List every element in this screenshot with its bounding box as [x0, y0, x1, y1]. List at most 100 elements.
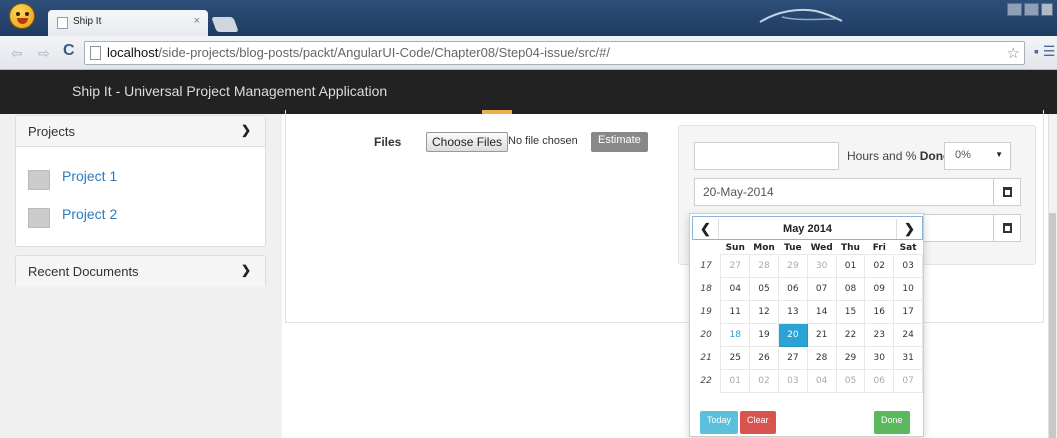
reload-icon[interactable]: C: [63, 42, 75, 60]
prev-month-button[interactable]: ❮: [693, 219, 719, 239]
day-cell[interactable]: 13: [777, 299, 808, 324]
today-button[interactable]: Today: [700, 411, 739, 434]
start-date-calendar-button[interactable]: [993, 178, 1021, 206]
week-row: 22 01 02 03 04 05 06 07: [692, 368, 923, 393]
url-text[interactable]: localhost/side-projects/blog-posts/packt…: [107, 45, 610, 60]
day-cell[interactable]: 17: [893, 299, 923, 324]
day-cell[interactable]: 08: [835, 276, 866, 301]
minimize-icon[interactable]: [1007, 3, 1022, 16]
bookmark-star-icon[interactable]: ☆: [1007, 44, 1020, 62]
day-cell[interactable]: 11: [720, 299, 751, 324]
day-cell[interactable]: 12: [749, 299, 779, 324]
day-cell[interactable]: 29: [777, 253, 808, 278]
chrome-avatar-icon: [9, 3, 35, 29]
day-cell[interactable]: 04: [806, 368, 837, 393]
start-date-input[interactable]: 20-May-2014: [694, 178, 994, 206]
month-title-button[interactable]: May 2014: [719, 219, 896, 239]
caret-down-icon: ▼: [995, 150, 1003, 159]
maximize-icon[interactable]: [1024, 3, 1039, 16]
weekday-label: Tue: [784, 243, 802, 254]
day-cell[interactable]: 04: [720, 276, 751, 301]
day-cell[interactable]: 24: [893, 322, 923, 347]
projects-heading: Projects: [28, 124, 75, 139]
day-cell[interactable]: 05: [835, 368, 866, 393]
next-month-button[interactable]: ❯: [896, 219, 922, 239]
app-navbar: Ship It - Universal Project Management A…: [0, 70, 1057, 114]
datepicker-popup: ❮ May 2014 ❯ Sun Mon Tue Wed Thu Fri Sat 17 27 2…: [689, 213, 924, 437]
week-number: 20: [700, 329, 712, 340]
project-link[interactable]: Project 1: [62, 168, 117, 184]
close-window-icon[interactable]: [1041, 3, 1053, 16]
chrome-menu-icon[interactable]: ▪ ☰: [1034, 43, 1055, 60]
day-cell[interactable]: 18: [720, 322, 751, 347]
project-link[interactable]: Project 2: [62, 206, 117, 222]
day-cell[interactable]: 31: [893, 345, 923, 370]
weekday-label: Sat: [899, 243, 917, 254]
day-cell[interactable]: 01: [720, 368, 751, 393]
clear-button[interactable]: Clear: [740, 411, 776, 434]
done-percent-select[interactable]: 0% ▼: [944, 142, 1011, 170]
day-cell[interactable]: 09: [864, 276, 895, 301]
day-cell[interactable]: 16: [864, 299, 895, 324]
forward-icon[interactable]: ⇨: [38, 45, 50, 62]
priority-indicator: [482, 110, 512, 114]
hours-input[interactable]: [694, 142, 839, 170]
day-cell[interactable]: 28: [806, 345, 837, 370]
day-cell[interactable]: 15: [835, 299, 866, 324]
day-cell[interactable]: 27: [720, 253, 751, 278]
day-cell[interactable]: 14: [806, 299, 837, 324]
day-cell[interactable]: 07: [893, 368, 923, 393]
day-cell[interactable]: 20: [777, 322, 808, 347]
day-cell[interactable]: 30: [806, 253, 837, 278]
chevron-down-icon[interactable]: ❯: [241, 123, 251, 137]
new-tab-button[interactable]: [211, 17, 239, 32]
day-cell[interactable]: 06: [777, 276, 808, 301]
day-cell[interactable]: 22: [835, 322, 866, 347]
weekday-label: Mon: [753, 243, 775, 254]
address-bar[interactable]: localhost/side-projects/blog-posts/packt…: [84, 41, 1025, 65]
projects-panel: Projects ❯ Project 1 Project 2: [15, 115, 266, 247]
browser-tab[interactable]: Ship It ×: [48, 10, 208, 37]
day-cell[interactable]: 10: [893, 276, 923, 301]
project-thumbnail: [28, 170, 50, 190]
calendar-icon: [1003, 223, 1012, 233]
week-row: 21 25 26 27 28 29 30 31: [692, 345, 923, 370]
app-title[interactable]: Ship It - Universal Project Management A…: [72, 83, 387, 99]
day-cell[interactable]: 03: [777, 368, 808, 393]
day-cell[interactable]: 26: [749, 345, 779, 370]
day-cell[interactable]: 23: [864, 322, 895, 347]
week-number: 17: [700, 260, 712, 271]
day-cell[interactable]: 01: [835, 253, 866, 278]
week-row: 20 18 19 20 21 22 23 24: [692, 322, 923, 347]
week-row: 19 11 12 13 14 15 16 17: [692, 299, 923, 324]
recent-documents-heading[interactable]: Recent Documents ❯: [16, 256, 265, 287]
tab-close-icon[interactable]: ×: [194, 15, 200, 27]
day-cell[interactable]: 05: [749, 276, 779, 301]
files-label: Files: [374, 135, 402, 149]
day-cell[interactable]: 29: [835, 345, 866, 370]
main-content: Files Choose Files No file chosen Estima…: [282, 110, 1057, 438]
day-cell[interactable]: 07: [806, 276, 837, 301]
day-cell[interactable]: 25: [720, 345, 751, 370]
day-cell[interactable]: 30: [864, 345, 895, 370]
back-icon[interactable]: ⇦: [11, 45, 23, 62]
done-button[interactable]: Done: [874, 411, 910, 434]
choose-files-button[interactable]: Choose Files: [426, 132, 509, 152]
no-file-text: No file chosen: [508, 135, 578, 147]
calendar-grid: Sun Mon Tue Wed Thu Fri Sat 17 27 28 29 30 01 02 03 18…: [692, 243, 923, 393]
project-thumbnail: [28, 208, 50, 228]
estimate-button[interactable]: Estimate: [591, 132, 648, 152]
browser-titlebar: Ship It ×: [0, 0, 1057, 37]
day-cell[interactable]: 02: [864, 253, 895, 278]
end-date-calendar-button[interactable]: [993, 214, 1021, 242]
scrollbar-thumb[interactable]: [1049, 213, 1056, 438]
day-cell[interactable]: 03: [893, 253, 923, 278]
day-cell[interactable]: 28: [749, 253, 779, 278]
day-cell[interactable]: 21: [806, 322, 837, 347]
chevron-right-icon[interactable]: ❯: [241, 263, 251, 277]
day-cell[interactable]: 02: [749, 368, 779, 393]
day-cell[interactable]: 27: [777, 345, 808, 370]
projects-panel-heading[interactable]: Projects ❯: [16, 116, 265, 147]
day-cell[interactable]: 06: [864, 368, 895, 393]
day-cell[interactable]: 19: [749, 322, 779, 347]
